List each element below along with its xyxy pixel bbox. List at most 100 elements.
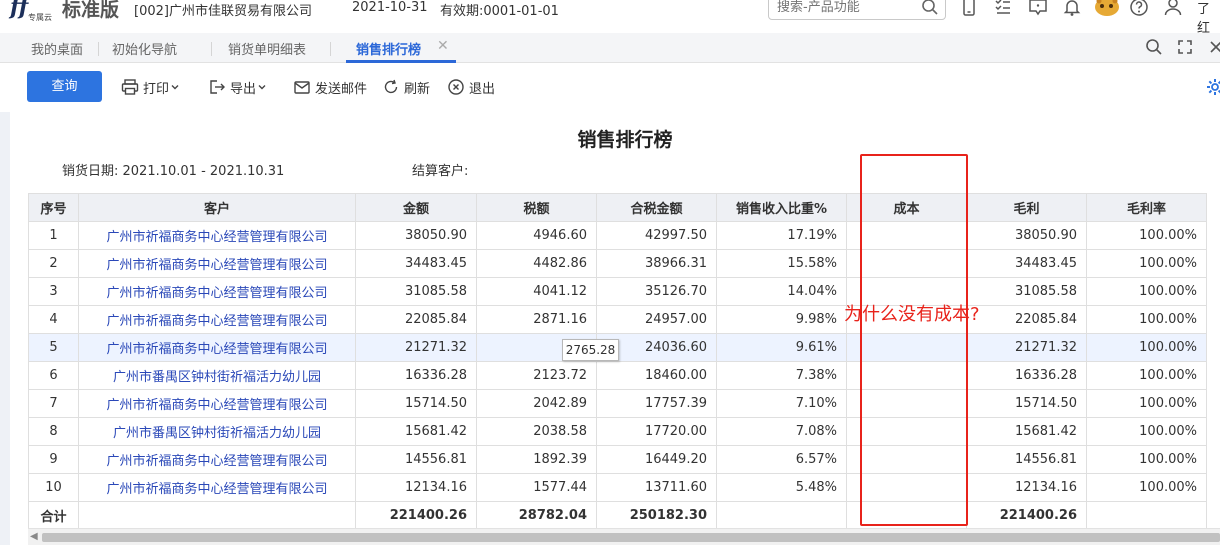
tab-sales-ranking[interactable]: 销售排行榜 — [356, 39, 421, 58]
customer-link[interactable]: 广州市祈福商务中心经营管理有限公司 — [78, 445, 356, 474]
amount-cell: 14556.81 — [355, 445, 477, 474]
amount-cell: 21271.32 — [355, 333, 477, 362]
gear-icon[interactable] — [1205, 77, 1220, 97]
col-header-index[interactable]: 序号 — [28, 193, 79, 222]
table-row[interactable]: 9 广州市祈福商务中心经营管理有限公司 14556.81 1892.39 16449.2… — [28, 445, 1207, 474]
total-cell-empty — [1086, 501, 1207, 530]
amount-with-tax-cell: 38966.31 — [596, 249, 717, 278]
customer-link[interactable]: 广州市祈福商务中心经营管理有限公司 — [78, 249, 356, 278]
scroll-left-icon[interactable]: ◀ — [30, 531, 38, 542]
amount-cell: 31085.58 — [355, 277, 477, 306]
customer-link[interactable]: 广州市番禺区钟村街祈福活力幼儿园 — [78, 417, 356, 446]
fullscreen-icon[interactable] — [1175, 37, 1195, 57]
toolbar: 查询 打印 导出 发送邮件 刷新 退出 — [0, 63, 1220, 111]
gross-profit-cell: 34483.45 — [966, 249, 1087, 278]
print-button[interactable]: 打印 — [121, 77, 183, 97]
customer-link[interactable]: 广州市祈福商务中心经营管理有限公司 — [78, 305, 356, 334]
export-icon — [210, 80, 225, 94]
customer-link[interactable]: 广州市祈福商务中心经营管理有限公司 — [78, 221, 356, 250]
tab-sales-detail[interactable]: 销货单明细表 — [228, 39, 306, 58]
row-index: 7 — [28, 389, 79, 418]
send-mail-button[interactable]: 发送邮件 — [293, 77, 367, 97]
gross-margin-cell: 100.00% — [1086, 473, 1207, 502]
table-row[interactable]: 6 广州市番禺区钟村街祈福活力幼儿园 16336.28 2123.72 18460.00… — [28, 361, 1207, 390]
username[interactable]: 了红 — [1197, 0, 1220, 36]
exit-button[interactable]: 退出 — [447, 77, 495, 97]
mascot-icon[interactable] — [1092, 0, 1122, 18]
amount-with-tax-cell: 18460.00 — [596, 361, 717, 390]
table-row[interactable]: 2 广州市祈福商务中心经营管理有限公司 34483.45 4482.86 38966.3… — [28, 249, 1207, 278]
message-icon[interactable] — [1027, 0, 1049, 18]
table-header-row: 序号 客户 金额 税额 合税金额 销售收入比重% 成本 毛利 毛利率 — [28, 193, 1207, 222]
refresh-button[interactable]: 刷新 — [382, 77, 430, 97]
tax-cell: 2042.89 — [476, 389, 597, 418]
horizontal-scrollbar[interactable]: ◀ — [28, 528, 1220, 545]
mail-icon — [294, 81, 310, 94]
app-logo: ff 专属云 — [10, 0, 60, 22]
amount-with-tax-cell: 24957.00 — [596, 305, 717, 334]
col-header-sales-ratio[interactable]: 销售收入比重% — [716, 193, 847, 222]
amount-cell: 38050.90 — [355, 221, 477, 250]
exit-label: 退出 — [469, 82, 496, 97]
table-row[interactable]: 8 广州市番禺区钟村街祈福活力幼儿园 15681.42 2038.58 17720.00… — [28, 417, 1207, 446]
gross-profit-cell: 15681.42 — [966, 417, 1087, 446]
amount-cell: 22085.84 — [355, 305, 477, 334]
current-date: 2021-10-31 — [352, 0, 428, 15]
scrollbar-thumb[interactable] — [42, 533, 1220, 542]
col-header-tax[interactable]: 税额 — [476, 193, 597, 222]
table-row[interactable]: 1 广州市祈福商务中心经营管理有限公司 38050.90 4946.60 42997.5… — [28, 221, 1207, 250]
total-cell-empty — [78, 501, 356, 530]
amount-with-tax-cell: 17757.39 — [596, 389, 717, 418]
amount-cell: 16336.28 — [355, 361, 477, 390]
tab-bar: 我的桌面 初始化导航 销货单明细表 销售排行榜 ✕ — [0, 33, 1220, 63]
query-button[interactable]: 查询 — [27, 71, 102, 102]
table-row[interactable]: 4 广州市祈福商务中心经营管理有限公司 22085.84 2871.16 24957.0… — [28, 305, 1207, 334]
gross-profit-cell: 16336.28 — [966, 361, 1087, 390]
sales-ratio-cell: 15.58% — [716, 249, 847, 278]
cell-tooltip: 2765.28 — [562, 339, 619, 361]
bell-icon[interactable] — [1061, 0, 1083, 18]
gross-margin-cell: 100.00% — [1086, 305, 1207, 334]
company-name[interactable]: [002]广州市佳联贸易有限公司 — [134, 0, 312, 19]
tab-separator — [211, 42, 212, 56]
close-all-icon[interactable] — [1206, 37, 1220, 57]
sales-ratio-cell: 7.08% — [716, 417, 847, 446]
table-row[interactable]: 7 广州市祈福商务中心经营管理有限公司 15714.50 2042.89 17757.3… — [28, 389, 1207, 418]
task-list-icon[interactable] — [992, 0, 1014, 18]
search-icon[interactable] — [921, 0, 939, 16]
customer-link[interactable]: 广州市祈福商务中心经营管理有限公司 — [78, 277, 356, 306]
col-header-gross-profit[interactable]: 毛利 — [966, 193, 1087, 222]
chevron-down-icon — [258, 85, 266, 90]
col-header-gross-margin[interactable]: 毛利率 — [1086, 193, 1207, 222]
tab-init-guide[interactable]: 初始化导航 — [112, 39, 177, 58]
tax-cell: 1892.39 — [476, 445, 597, 474]
close-icon[interactable]: ✕ — [437, 38, 449, 54]
tab-my-desktop[interactable]: 我的桌面 — [31, 39, 83, 58]
customer-filter-label: 结算客户: — [412, 164, 469, 179]
search-input[interactable] — [777, 0, 917, 15]
mobile-icon[interactable] — [958, 0, 980, 18]
help-icon[interactable] — [1128, 0, 1150, 18]
gross-profit-cell: 12134.16 — [966, 473, 1087, 502]
export-button[interactable]: 导出 — [208, 77, 270, 97]
table-row[interactable]: 10 广州市祈福商务中心经营管理有限公司 12134.16 1577.44 13711.… — [28, 473, 1207, 502]
customer-link[interactable]: 广州市祈福商务中心经营管理有限公司 — [78, 473, 356, 502]
chevron-down-icon — [171, 85, 179, 90]
logo-subtitle: 专属云 — [28, 13, 52, 22]
col-header-amount-with-tax[interactable]: 合税金额 — [596, 193, 717, 222]
gross-margin-cell: 100.00% — [1086, 445, 1207, 474]
customer-link[interactable]: 广州市祈福商务中心经营管理有限公司 — [78, 389, 356, 418]
print-label: 打印 — [143, 82, 170, 97]
gross-margin-cell: 100.00% — [1086, 221, 1207, 250]
col-header-amount[interactable]: 金额 — [355, 193, 477, 222]
user-icon[interactable] — [1162, 0, 1184, 18]
customer-link[interactable]: 广州市祈福商务中心经营管理有限公司 — [78, 333, 356, 362]
search-box[interactable] — [768, 0, 946, 20]
search-icon[interactable] — [1144, 37, 1164, 57]
valid-until: 有效期:0001-01-01 — [440, 4, 559, 19]
customer-link[interactable]: 广州市番禺区钟村街祈福活力幼儿园 — [78, 361, 356, 390]
gross-profit-cell: 31085.58 — [966, 277, 1087, 306]
gross-margin-cell: 100.00% — [1086, 277, 1207, 306]
table-row[interactable]: 3 广州市祈福商务中心经营管理有限公司 31085.58 4041.12 35126.7… — [28, 277, 1207, 306]
col-header-customer[interactable]: 客户 — [78, 193, 356, 222]
